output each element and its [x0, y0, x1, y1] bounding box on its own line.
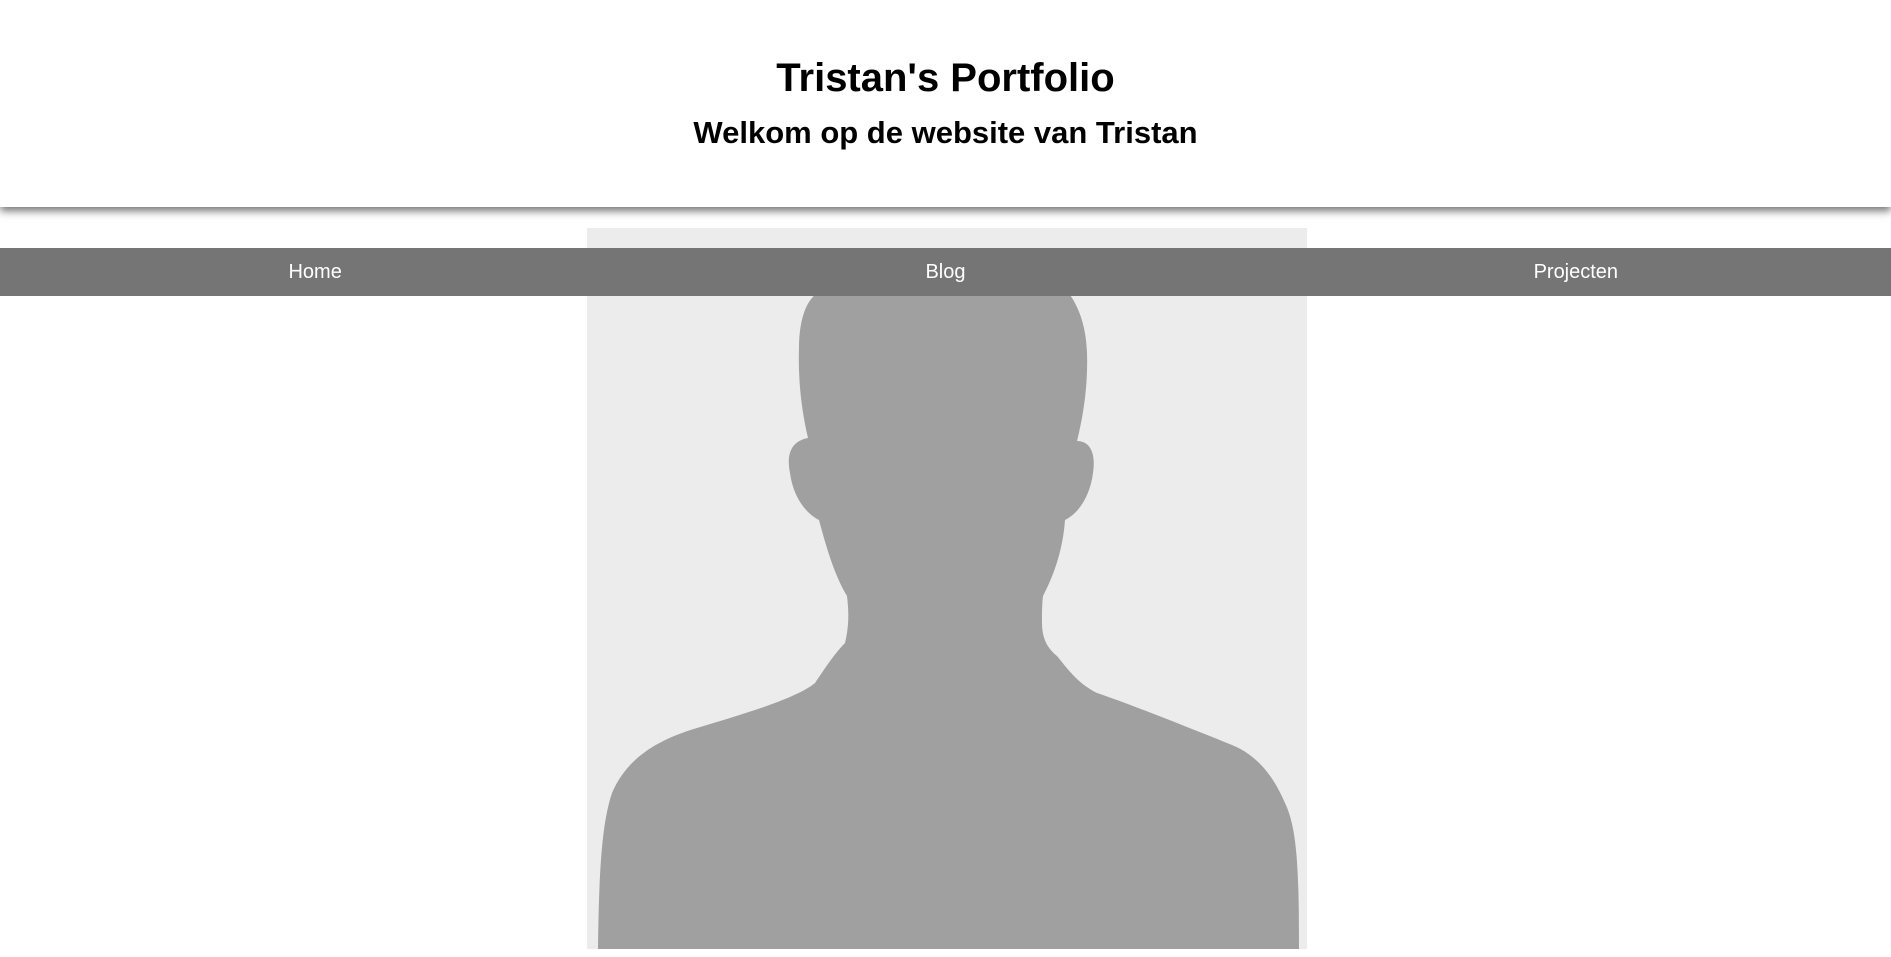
nav-item-home[interactable]: Home [0, 248, 630, 296]
main-navigation: Home Blog Projecten [0, 248, 1891, 296]
nav-item-blog[interactable]: Blog [630, 248, 1260, 296]
page-title: Tristan's Portfolio [776, 56, 1115, 100]
person-silhouette-icon [598, 256, 1299, 949]
nav-item-projecten[interactable]: Projecten [1261, 248, 1891, 296]
page: Home Blog Projecten Tristan's Portfolio … [0, 0, 1891, 957]
page-subtitle: Welkom op de website van Tristan [693, 115, 1198, 150]
site-header: Tristan's Portfolio Welkom op de website… [0, 0, 1891, 207]
profile-photo [587, 228, 1307, 949]
